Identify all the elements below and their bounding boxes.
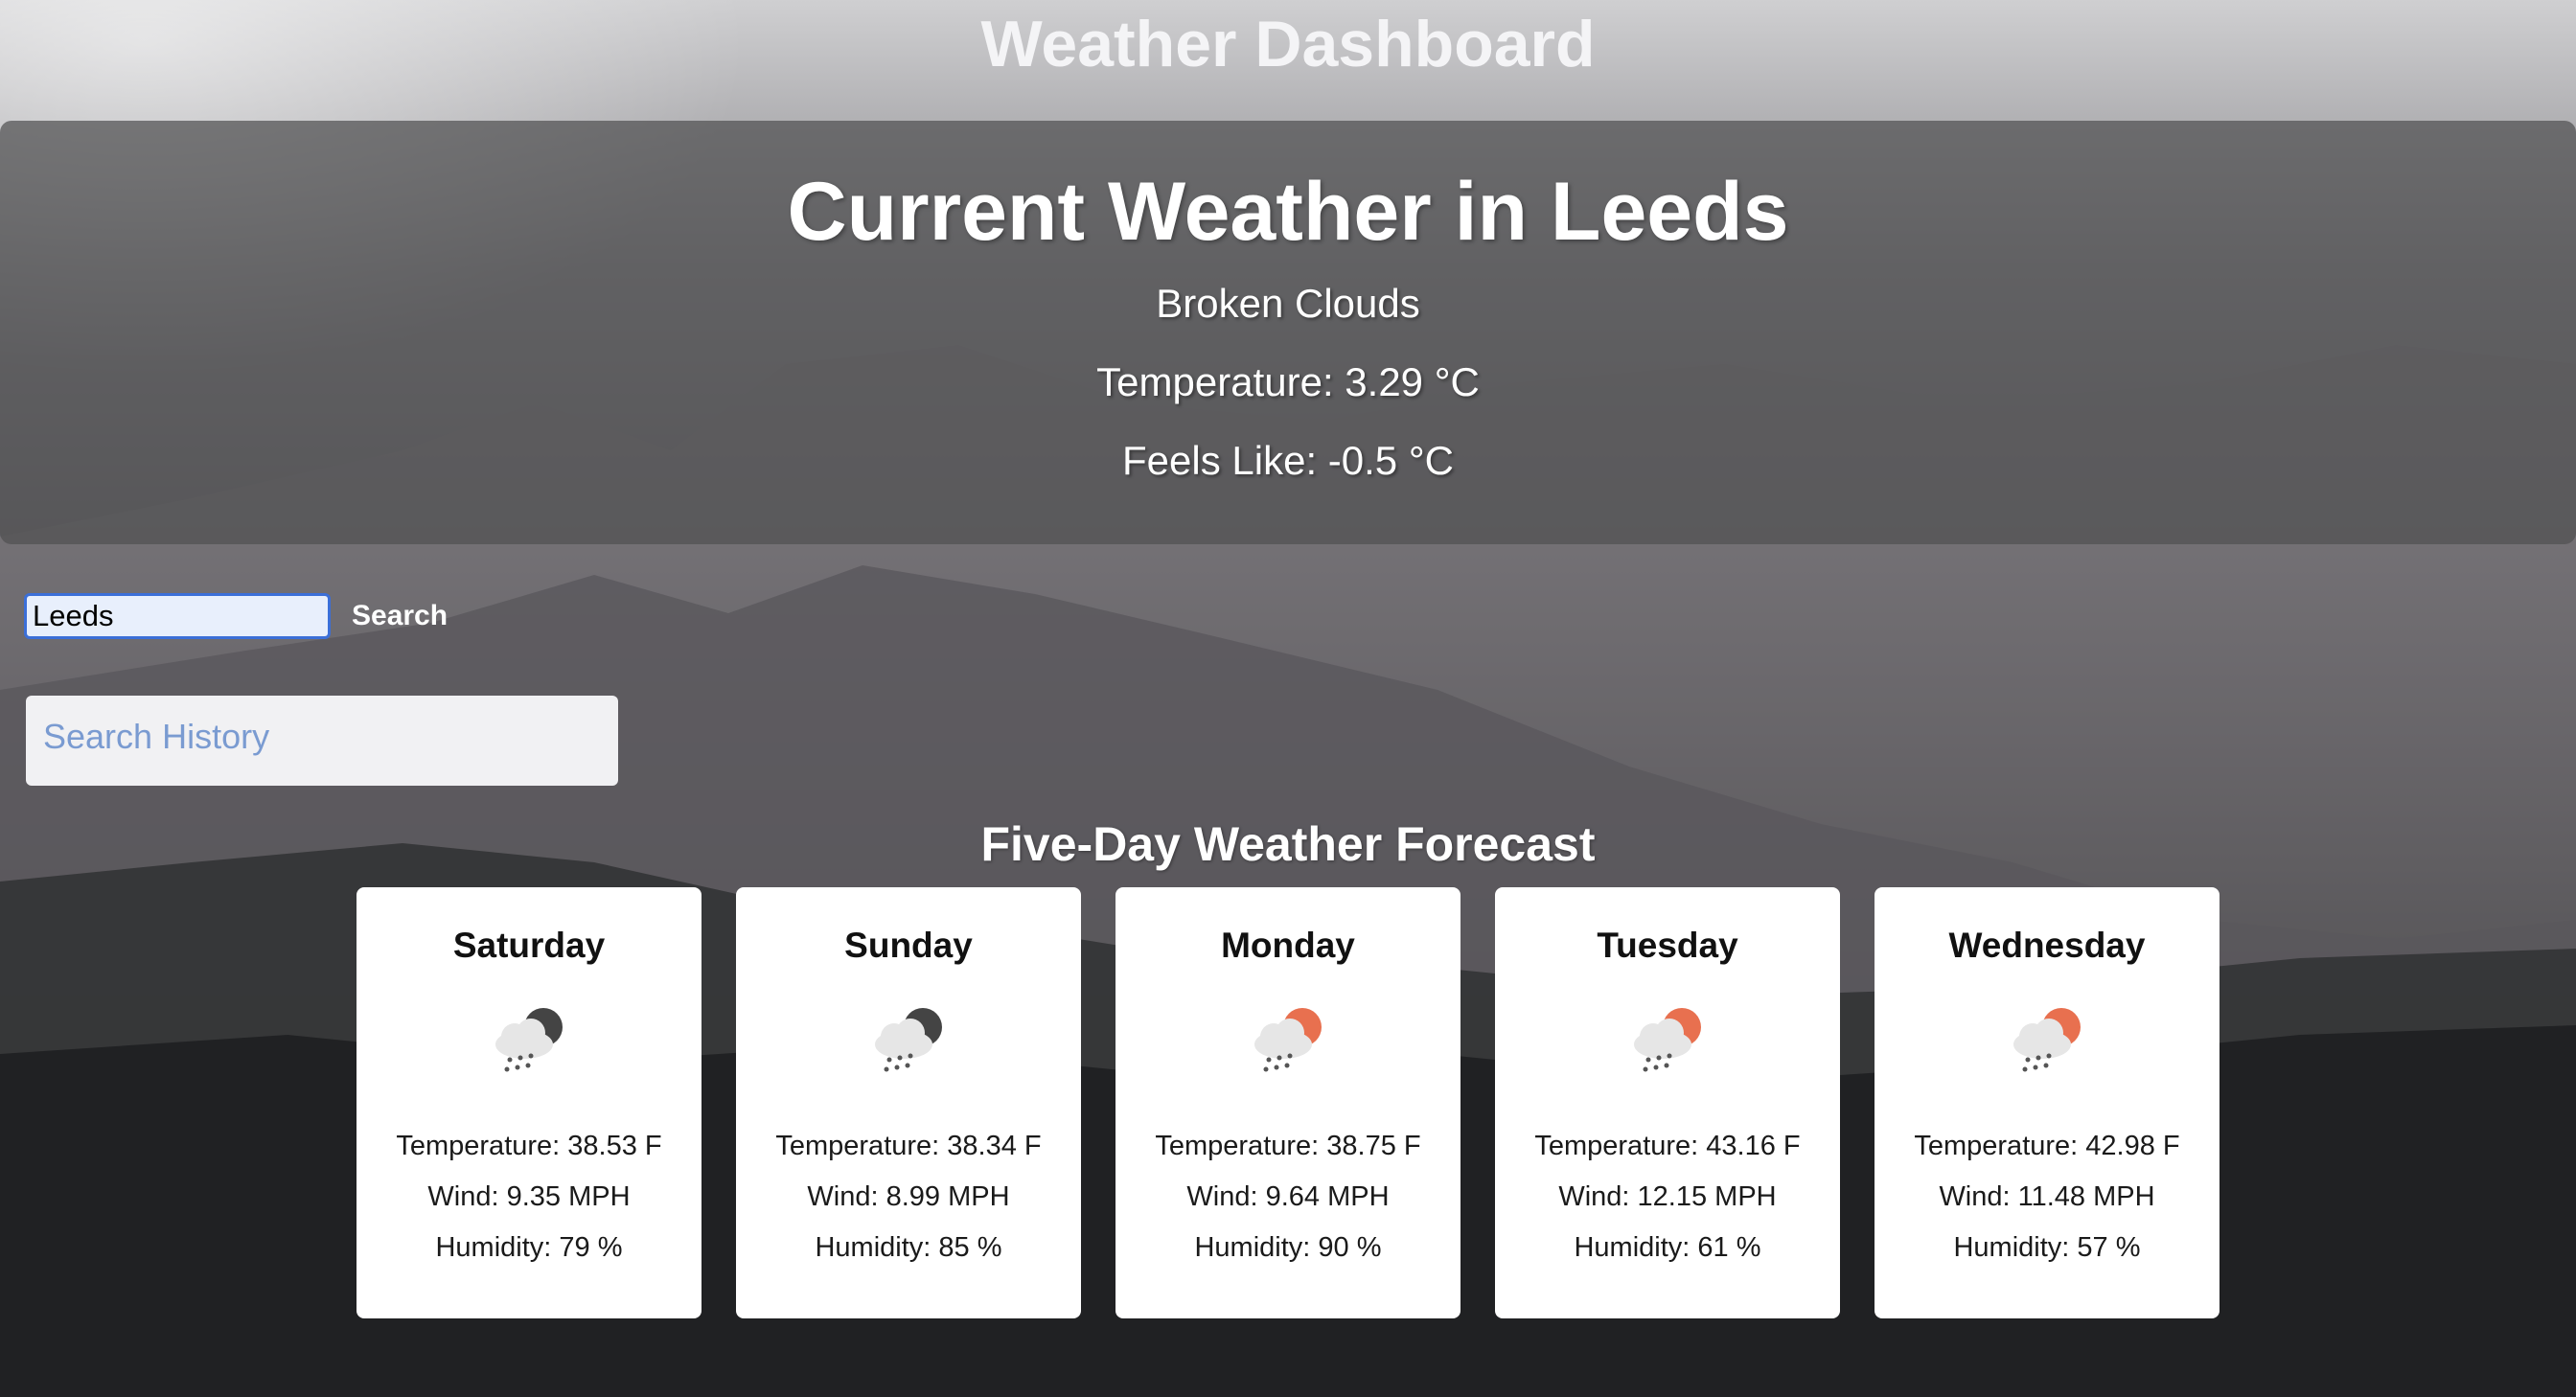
forecast-temperature: Temperature: 43.16 F [1534, 1131, 1801, 1161]
forecast-card: Saturday Temperature: 38.53 F Wind: 9.35… [356, 887, 702, 1318]
forecast-temperature: Temperature: 38.34 F [775, 1131, 1042, 1161]
forecast-title: Five-Day Weather Forecast [980, 817, 1596, 871]
forecast-humidity: Humidity: 85 % [815, 1232, 1002, 1263]
forecast-day: Sunday [844, 926, 973, 965]
forecast-temperature: Temperature: 38.75 F [1155, 1131, 1421, 1161]
forecast-wind: Wind: 11.48 MPH [1939, 1181, 2155, 1212]
forecast-wind: Wind: 12.15 MPH [1558, 1181, 1777, 1212]
current-temperature: Temperature: 3.29 °C [1096, 359, 1480, 404]
forecast-wind: Wind: 8.99 MPH [807, 1181, 1010, 1212]
current-weather-panel: Current Weather in Leeds Broken Clouds T… [0, 121, 2576, 544]
forecast-humidity: Humidity: 61 % [1574, 1232, 1761, 1263]
rain-night-icon [486, 1000, 572, 1087]
forecast-temperature: Temperature: 42.98 F [1914, 1131, 2180, 1161]
forecast-day: Saturday [452, 926, 606, 965]
forecast-card: Monday Temperature: 38.75 F Wind: 9.64 M… [1116, 887, 1460, 1318]
rain-day-icon [2004, 1000, 2090, 1087]
rain-day-icon [1624, 1000, 1711, 1087]
forecast-card: Sunday Temperature: 38.34 F Wind: 8.99 M… [736, 887, 1081, 1318]
forecast-humidity: Humidity: 57 % [1953, 1232, 2141, 1263]
forecast-humidity: Humidity: 90 % [1194, 1232, 1382, 1263]
rain-day-icon [1245, 1000, 1331, 1087]
search-button[interactable]: Search [352, 600, 448, 632]
city-search-input[interactable] [24, 593, 331, 639]
current-weather-title: Current Weather in Leeds [787, 166, 1789, 258]
search-history-box[interactable]: Search History [26, 696, 618, 786]
forecast-temperature: Temperature: 38.53 F [396, 1131, 662, 1161]
rain-night-icon [865, 1000, 952, 1087]
forecast-wind: Wind: 9.35 MPH [427, 1181, 631, 1212]
forecast-day: Monday [1221, 926, 1355, 965]
current-description: Broken Clouds [1156, 281, 1420, 326]
search-history-label: Search History [43, 717, 270, 756]
search-form: Search [24, 588, 448, 644]
forecast-cards: Saturday Temperature: 38.53 F Wind: 9.35… [356, 887, 2220, 1318]
page-title: Weather Dashboard [980, 8, 1596, 80]
forecast-day: Wednesday [1948, 926, 2146, 965]
forecast-day: Tuesday [1597, 926, 1738, 965]
forecast-card: Wednesday Temperature: 42.98 F Wind: 11.… [1874, 887, 2220, 1318]
current-feels-like: Feels Like: -0.5 °C [1122, 438, 1454, 483]
forecast-humidity: Humidity: 79 % [435, 1232, 623, 1263]
forecast-wind: Wind: 9.64 MPH [1186, 1181, 1390, 1212]
forecast-card: Tuesday Temperature: 43.16 F Wind: 12.15… [1495, 887, 1840, 1318]
